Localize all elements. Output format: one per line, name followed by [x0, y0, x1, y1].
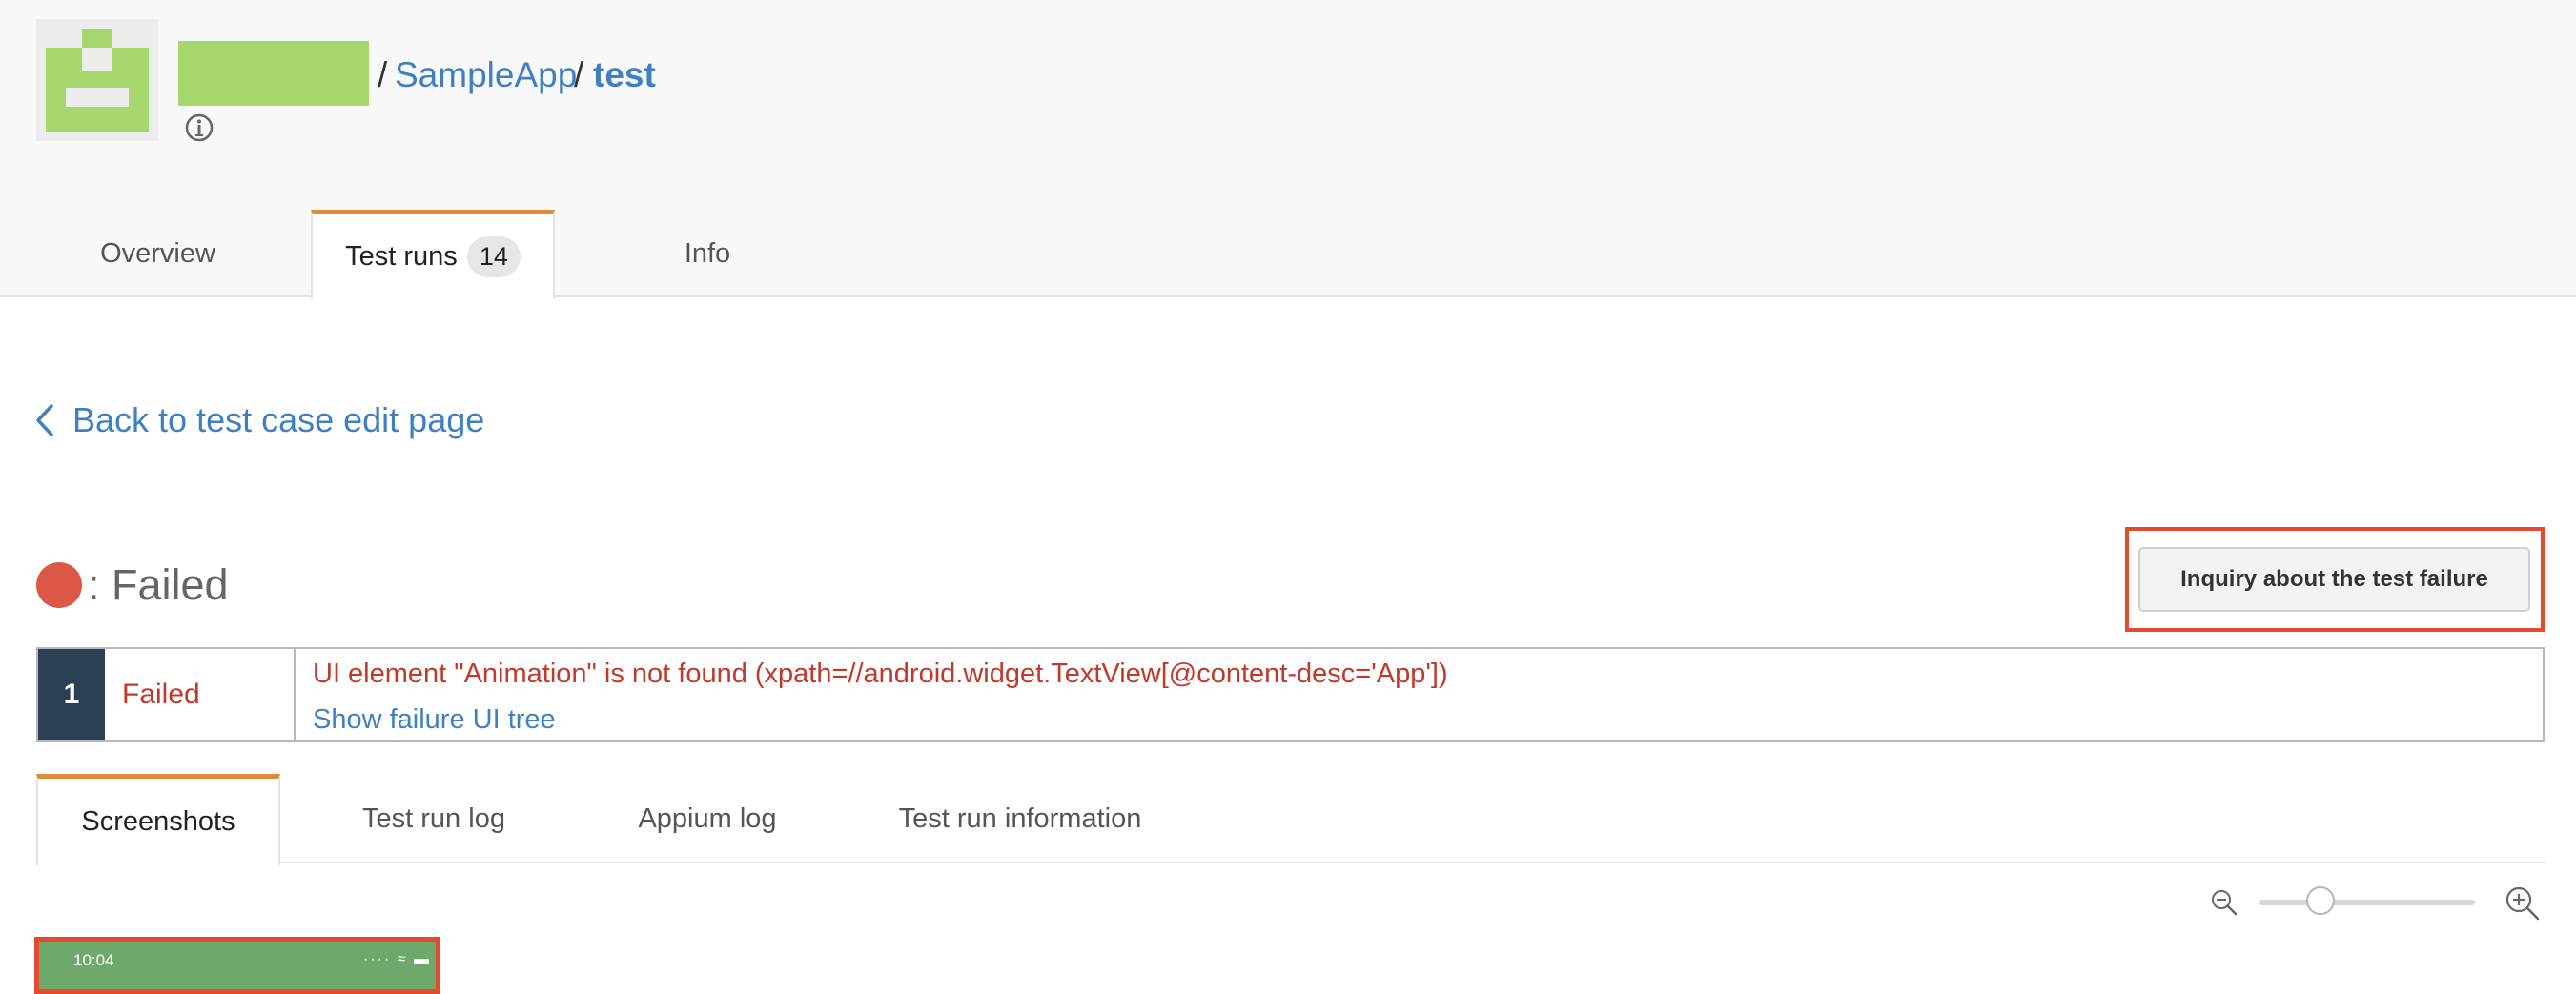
zoom-out-icon[interactable] [2210, 888, 2239, 917]
tab-label: Screenshots [81, 806, 235, 837]
zoom-slider-track[interactable] [2259, 900, 2475, 905]
tab-test-run-log[interactable]: Test run log [324, 774, 543, 863]
tab-label: Overview [100, 237, 215, 269]
tab-info[interactable]: Info [641, 210, 774, 297]
owner-name-redacted [178, 41, 369, 106]
tab-test-run-information[interactable]: Test run information [863, 774, 1177, 863]
step-number: 1 [38, 649, 105, 740]
zoom-in-icon[interactable] [2504, 884, 2542, 923]
zoom-slider-thumb[interactable] [2306, 886, 2335, 915]
tab-screenshots[interactable]: Screenshots [36, 774, 280, 865]
count-badge: 14 [466, 236, 521, 277]
tab-label: Test run log [362, 802, 505, 834]
chevron-left-icon [36, 404, 53, 436]
breadcrumb-test-link[interactable]: test [593, 55, 656, 95]
tab-label: Test runs [345, 241, 458, 272]
breadcrumb-app-link[interactable]: SampleApp [395, 55, 577, 95]
failure-message: UI element "Animation" is not found (xpa… [313, 659, 1448, 689]
tab-test-runs[interactable]: Test runs 14 [311, 210, 555, 299]
test-status-label: : Failed [88, 560, 229, 609]
show-failure-ui-tree-link[interactable]: Show failure UI tree [313, 704, 556, 736]
breadcrumb-separator: / [574, 55, 584, 94]
tab-label: Test run information [898, 802, 1142, 834]
tab-appium-log[interactable]: Appium log [610, 774, 805, 863]
device-status-icons: ···· ≈ ▬ [363, 951, 431, 967]
tab-label: Info [684, 237, 731, 269]
device-clock: 10:04 [73, 951, 114, 969]
breadcrumb-separator: / [378, 55, 388, 94]
info-circle-icon[interactable] [184, 112, 215, 143]
failure-step-row: 1 Failed UI element "Animation" is not f… [36, 647, 2545, 742]
back-to-edit-link[interactable]: Back to test case edit page [34, 400, 484, 440]
tab-label: Appium log [638, 802, 777, 834]
back-link-label: Back to test case edit page [72, 400, 485, 439]
project-header: / SampleApp / test Overview Test runs 14… [0, 0, 2576, 299]
tab-overview[interactable]: Overview [55, 210, 260, 297]
inquiry-button[interactable]: Inquiry about the test failure [2138, 547, 2530, 612]
failed-status-dot [36, 562, 82, 608]
step-status-label: Failed [122, 679, 200, 710]
screenshot-thumbnail[interactable]: 10:04 ···· ≈ ▬ [34, 937, 440, 994]
pixel-robot-icon [36, 19, 158, 141]
step-status: Failed [105, 649, 296, 740]
